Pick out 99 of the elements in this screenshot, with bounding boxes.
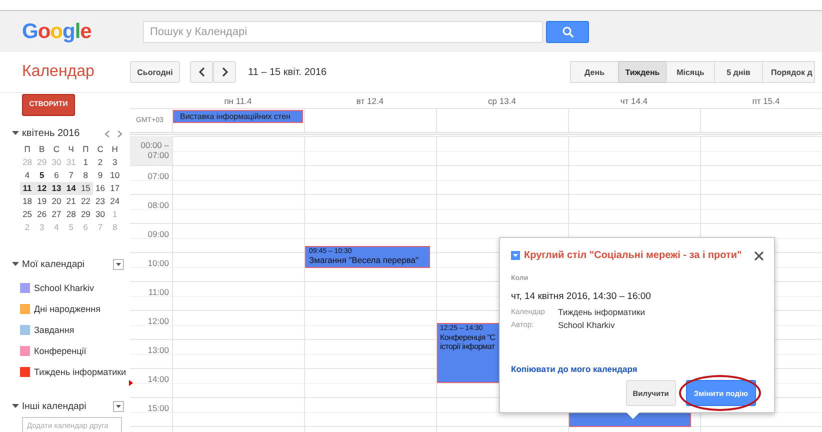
event-title: історії інформат xyxy=(440,342,496,352)
weekday-label: Н xyxy=(110,142,119,156)
hour-label: 11:00 xyxy=(148,286,169,297)
calendar-day[interactable]: 16 xyxy=(92,182,108,194)
dropdown-icon[interactable] xyxy=(113,401,124,412)
calendar-day[interactable]: 24 xyxy=(108,194,122,208)
color-swatch[interactable] xyxy=(20,325,30,335)
field-value: Тиждень інформатики xyxy=(558,307,645,317)
calendar-day[interactable]: 14 xyxy=(64,182,78,194)
weekday-label: П xyxy=(82,142,90,156)
hour-label: 07:00 xyxy=(148,170,169,181)
calendar-day[interactable]: 19 xyxy=(34,194,50,208)
all-day-event[interactable]: Виставка інформаційних стен xyxy=(173,110,303,123)
hour-label: 00:00 – 07:00 xyxy=(130,136,172,165)
event-title: Змагання "Весела перерва" xyxy=(309,256,420,265)
calendar-day[interactable]: 7 xyxy=(64,168,78,182)
search-field[interactable]: Пошук у Календарі xyxy=(143,20,543,42)
weekday-label: С xyxy=(52,142,61,156)
weekday-label: П xyxy=(23,142,32,156)
caret-icon[interactable] xyxy=(12,404,19,409)
calendar-day[interactable]: 25 xyxy=(20,208,35,220)
calendar-day[interactable]: 15 xyxy=(78,182,93,194)
search-icon xyxy=(562,26,574,38)
calendar-day[interactable]: 6 xyxy=(49,168,64,182)
calendar-day[interactable]: 20 xyxy=(49,194,64,208)
color-swatch[interactable] xyxy=(20,367,30,377)
calendar-name[interactable]: Завдання xyxy=(34,325,74,335)
caret-icon[interactable] xyxy=(12,262,19,267)
calendar-day[interactable]: 8 xyxy=(78,168,93,182)
field-value: School Kharkiv xyxy=(558,320,615,330)
calendar-day[interactable]: 5 xyxy=(34,168,50,182)
hour-label: 09:00 xyxy=(148,228,169,239)
calendar-day[interactable]: 3 xyxy=(108,156,122,168)
chevron-right-icon xyxy=(220,67,228,77)
chevron-left-icon xyxy=(198,67,206,77)
calendar-day[interactable]: 11 xyxy=(20,182,35,194)
calendar-day[interactable]: 30 xyxy=(92,208,108,220)
calendar-day[interactable]: 27 xyxy=(49,208,64,220)
event-title: Конференція "С xyxy=(440,333,496,342)
view-tab[interactable]: 5 днів xyxy=(714,61,763,83)
chevron-left-icon[interactable] xyxy=(104,130,110,138)
day-label[interactable]: чт 14.4 xyxy=(568,96,700,106)
hour-label: 12:00 xyxy=(148,315,169,326)
calendar-day[interactable]: 10 xyxy=(108,168,122,182)
calendar-day[interactable]: 12 xyxy=(34,182,50,194)
view-tab[interactable]: День xyxy=(570,61,619,83)
date-range: 11 – 15 квіт. 2016 xyxy=(248,66,328,78)
hour-label: 08:00 xyxy=(148,199,169,210)
view-tab[interactable]: Порядок д xyxy=(762,61,816,83)
hour-label: 15:00 xyxy=(148,402,169,413)
calendar-day[interactable]: 1 xyxy=(78,156,93,168)
day-label[interactable]: пт 15.4 xyxy=(700,96,822,106)
next-button[interactable] xyxy=(213,61,236,83)
calendar-name[interactable]: Дні народження xyxy=(34,304,100,314)
calendar-day[interactable]: 4 xyxy=(20,168,35,182)
calendar-day[interactable]: 17 xyxy=(108,182,122,194)
section-title: Інші календарі xyxy=(22,401,88,412)
hour-label: 10:00 xyxy=(148,257,169,268)
day-label[interactable]: ср 13.4 xyxy=(436,96,568,106)
time-marker-icon xyxy=(129,380,133,386)
calendar-name[interactable]: Конференції xyxy=(34,346,86,356)
hour-label: 13:00 xyxy=(148,344,169,355)
day-label[interactable]: пн 11.4 xyxy=(172,96,304,106)
calendar-day[interactable]: 22 xyxy=(78,194,93,208)
dropdown-icon[interactable] xyxy=(511,251,520,260)
copy-link[interactable]: Копіювати до мого календаря xyxy=(511,364,764,374)
caret-icon[interactable] xyxy=(12,131,19,136)
event-title: Круглий стіл "Соціальні мережі - за і проти" xyxy=(524,250,743,261)
weekday-label: В xyxy=(38,142,46,156)
dropdown-icon[interactable] xyxy=(113,259,124,270)
section-title: Мої календарі xyxy=(22,259,86,270)
calendar-day[interactable]: 13 xyxy=(49,182,64,194)
hour-label: 14:00 xyxy=(148,373,169,384)
close-icon[interactable] xyxy=(754,250,764,260)
calendar-day[interactable]: 9 xyxy=(92,168,108,182)
calendar-day[interactable]: 21 xyxy=(64,194,78,208)
color-swatch[interactable] xyxy=(20,283,30,293)
color-swatch[interactable] xyxy=(20,304,30,314)
calendar-day[interactable]: 23 xyxy=(92,194,108,208)
month-title: квітень 2016 xyxy=(22,128,81,139)
calendar-name[interactable]: School Kharkiv xyxy=(34,283,94,293)
weekday-label: С xyxy=(96,142,104,156)
app-title: Календар xyxy=(22,63,96,81)
calendar-day[interactable]: 2 xyxy=(92,156,108,168)
calendar-day[interactable]: 28 xyxy=(64,208,78,220)
view-tab[interactable]: Місяць xyxy=(666,61,715,83)
calendar-day[interactable]: 18 xyxy=(20,194,35,208)
weekday-label: Ч xyxy=(67,142,75,156)
view-tab[interactable]: Тиждень xyxy=(618,61,667,83)
search-button[interactable] xyxy=(546,20,589,42)
event-date: чт, 14 квітня 2016, 14:30 – 16:00 xyxy=(511,291,652,302)
today-button[interactable]: Сьогодні xyxy=(130,61,180,83)
day-label[interactable]: вт 12.4 xyxy=(304,96,436,106)
calendar-name[interactable]: Тиждень інформатики xyxy=(34,367,126,377)
chevron-right-icon[interactable] xyxy=(117,130,123,138)
previous-button[interactable] xyxy=(190,61,213,83)
calendar-day[interactable]: 26 xyxy=(34,208,50,220)
color-swatch[interactable] xyxy=(20,346,30,356)
calendar-day[interactable]: 29 xyxy=(78,208,93,220)
